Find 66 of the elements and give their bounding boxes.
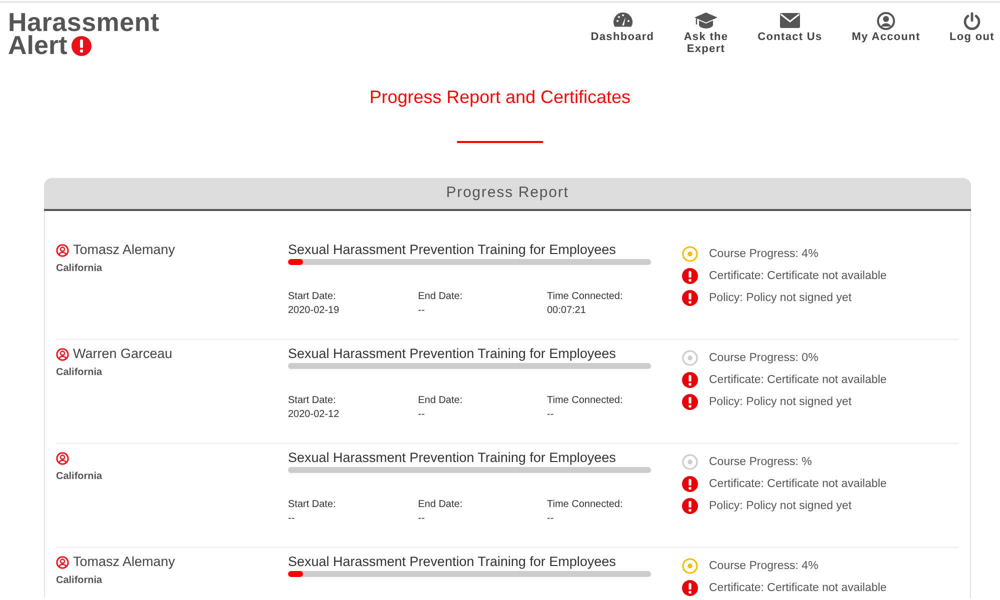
- date-label: Time Connected:: [547, 394, 623, 408]
- status-text: Course Progress: 4%: [709, 559, 818, 574]
- status-text: Course Progress: 0%: [709, 351, 818, 366]
- user-name: Tomasz Alemany: [73, 553, 176, 571]
- user-name: Warren Garceau: [73, 345, 172, 363]
- status-text: Policy: Policy not signed yet: [709, 291, 852, 306]
- date-label: End Date:: [418, 498, 462, 512]
- date-value: --: [418, 408, 425, 422]
- alert-icon: [682, 580, 698, 596]
- nav-link[interactable]: Dashboard: [590, 11, 655, 43]
- status-text: Certificate: Certificate not available: [709, 477, 887, 492]
- user-state: California: [56, 366, 102, 380]
- date-value: 2020-02-12: [288, 408, 340, 422]
- date-value: --: [418, 512, 425, 526]
- user-state: California: [56, 470, 102, 484]
- date-label: Start Date:: [288, 394, 336, 408]
- status-text: Certificate: Certificate not available: [709, 581, 887, 596]
- user-circle-icon: [56, 556, 69, 568]
- status-text: Certificate: Certificate not available: [709, 373, 887, 388]
- alert-icon: [682, 498, 698, 514]
- nav-link[interactable]: My Account: [851, 11, 921, 43]
- date-value: --: [288, 512, 295, 526]
- course-title: Sexual Harassment Prevention Training for Employees: [288, 553, 616, 571]
- status-text: Policy: Policy not signed yet: [709, 499, 852, 514]
- user-state: California: [56, 262, 102, 276]
- logo-text: Harassment: [8, 11, 160, 34]
- date-value: 2020-02-19: [288, 304, 340, 318]
- user-state: California: [56, 574, 102, 588]
- alert-icon: [682, 290, 698, 306]
- exclamation-badge-icon: [71, 36, 92, 56]
- alert-icon: [682, 268, 698, 284]
- nav-link[interactable]: Log out: [949, 11, 995, 43]
- course-title: Sexual Harassment Prevention Training for Employees: [288, 449, 616, 467]
- logo-text: Alert: [8, 34, 68, 57]
- graduation-cap-icon: [694, 12, 718, 29]
- user-circle-icon: [56, 348, 69, 360]
- date-label: Start Date:: [288, 498, 336, 512]
- status-text: Course Progress: 4%: [709, 247, 818, 262]
- status-text: Policy: Policy not signed yet: [709, 395, 852, 410]
- panel-title: Progress Report: [446, 183, 569, 204]
- date-label: Time Connected:: [547, 290, 623, 304]
- status-text: Certificate: Certificate not available: [709, 269, 887, 284]
- nav-link[interactable]: Ask the Expert: [683, 11, 729, 55]
- dashboard-gauge-icon: [612, 12, 632, 29]
- course-title: Sexual Harassment Prevention Training for Employees: [288, 241, 616, 259]
- date-value: 00:07:21: [547, 304, 586, 318]
- course-title: Sexual Harassment Prevention Training for Employees: [288, 345, 616, 363]
- alert-icon: [682, 394, 698, 410]
- user-circle-icon: [56, 452, 69, 464]
- user-circle-icon: [56, 244, 69, 256]
- date-value: --: [547, 408, 554, 422]
- alert-icon: [682, 476, 698, 492]
- user-name: Tomasz Alemany: [73, 241, 176, 259]
- page-title: Progress Report and Certificates: [369, 86, 631, 109]
- power-icon: [963, 12, 981, 30]
- date-value: --: [547, 512, 554, 526]
- alert-icon: [682, 372, 698, 388]
- date-label: End Date:: [418, 290, 462, 304]
- date-value: --: [418, 304, 425, 318]
- date-label: Start Date:: [288, 290, 336, 304]
- envelope-icon: [780, 13, 800, 28]
- date-label: Time Connected:: [547, 498, 623, 512]
- nav-link[interactable]: Contact Us: [757, 11, 823, 43]
- user-circle-icon: [877, 12, 895, 30]
- status-text: Course Progress: %: [709, 455, 812, 470]
- date-label: End Date:: [418, 394, 462, 408]
